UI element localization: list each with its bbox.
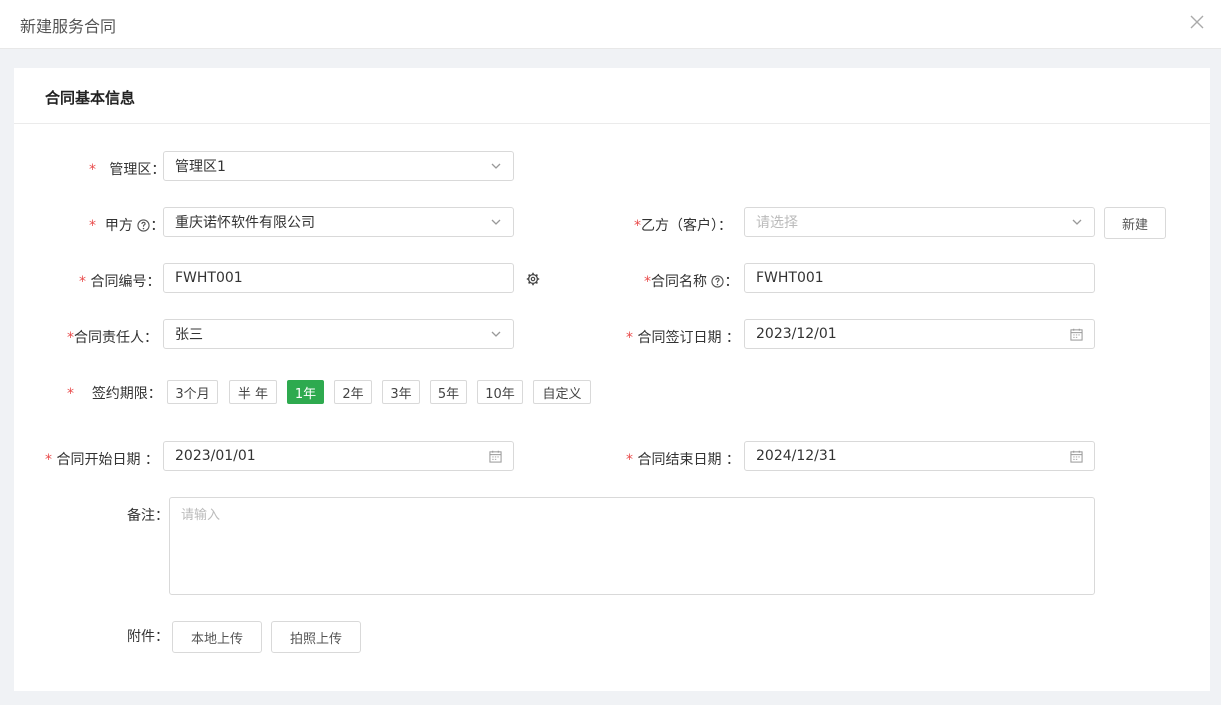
sign-date-label: * 合同签订日期 ：: [626, 330, 740, 346]
calendar-icon: [489, 450, 502, 463]
admin-area-label: * 管理区：: [89, 162, 166, 178]
end-date-picker[interactable]: 2024/12/31: [744, 441, 1095, 471]
term-label: * 签约期限：: [67, 386, 162, 402]
photo-upload-button[interactable]: 拍照上传: [271, 621, 361, 653]
calendar-icon: [1070, 450, 1083, 463]
term-option-3-years[interactable]: 3年: [382, 380, 420, 404]
local-upload-button[interactable]: 本地上传: [172, 621, 262, 653]
sign-date-value: 2023/12/01: [756, 326, 837, 342]
owner-label: *合同责任人：: [67, 330, 158, 346]
term-option-half-year[interactable]: 半 年: [229, 380, 277, 404]
remark-label: 备注：: [127, 508, 169, 524]
section-title: 合同基本信息: [45, 89, 136, 107]
admin-area-value: 管理区1: [175, 159, 226, 175]
term-option-5-years[interactable]: 5年: [430, 380, 467, 404]
calendar-icon: [1070, 328, 1083, 341]
contract-no-value: FWHT001: [175, 270, 243, 286]
sign-date-picker[interactable]: 2023/12/01: [744, 319, 1095, 349]
term-option-custom[interactable]: 自定义: [533, 380, 591, 404]
dialog-title: 新建服务合同: [20, 17, 117, 36]
owner-select[interactable]: 张三: [163, 319, 514, 349]
contract-no-label: * 合同编号：: [79, 274, 161, 290]
contract-name-label: *合同名称 ：: [644, 274, 739, 290]
party-a-select[interactable]: 重庆诺怀软件有限公司: [163, 207, 514, 237]
chevron-down-icon: [1072, 219, 1082, 225]
party-b-select[interactable]: 请选择: [744, 207, 1095, 237]
start-date-label: * 合同开始日期 ：: [45, 452, 159, 468]
party-b-label: *乙方（客户）：: [634, 218, 732, 234]
card-header: 合同基本信息: [14, 68, 1210, 124]
admin-area-select[interactable]: 管理区1: [163, 151, 514, 181]
gear-icon[interactable]: [526, 272, 540, 286]
contract-name-input[interactable]: FWHT001: [744, 263, 1095, 293]
remark-placeholder: 请输入: [181, 508, 221, 523]
contract-no-input[interactable]: FWHT001: [163, 263, 514, 293]
term-option-10-years[interactable]: 10年: [477, 380, 523, 404]
attachment-label: 附件：: [127, 629, 169, 645]
term-option-3-months[interactable]: 3个月: [167, 380, 218, 404]
chevron-down-icon: [491, 219, 501, 225]
new-customer-button[interactable]: 新建: [1104, 207, 1166, 239]
owner-value: 张三: [175, 327, 203, 343]
party-a-label: * 甲方 ：: [89, 218, 165, 234]
chevron-down-icon: [491, 163, 501, 169]
party-b-placeholder: 请选择: [756, 215, 798, 231]
term-option-2-years[interactable]: 2年: [334, 380, 372, 404]
end-date-value: 2024/12/31: [756, 448, 837, 464]
end-date-label: * 合同结束日期 ：: [626, 452, 740, 468]
contract-name-value: FWHT001: [756, 270, 824, 286]
dialog-header: 新建服务合同: [0, 0, 1221, 49]
close-icon[interactable]: [1187, 12, 1207, 32]
remark-textarea[interactable]: 请输入: [169, 497, 1095, 595]
party-a-value: 重庆诺怀软件有限公司: [175, 215, 315, 231]
start-date-picker[interactable]: 2023/01/01: [163, 441, 514, 471]
help-icon[interactable]: [711, 275, 725, 288]
help-icon[interactable]: [137, 219, 150, 232]
form-card: 合同基本信息 * 管理区： 管理区1 * 甲方 ： 重庆诺怀软件有限公司 *乙方…: [14, 68, 1210, 691]
chevron-down-icon: [491, 331, 501, 337]
term-option-1-year[interactable]: 1年: [287, 380, 324, 404]
start-date-value: 2023/01/01: [175, 448, 256, 464]
